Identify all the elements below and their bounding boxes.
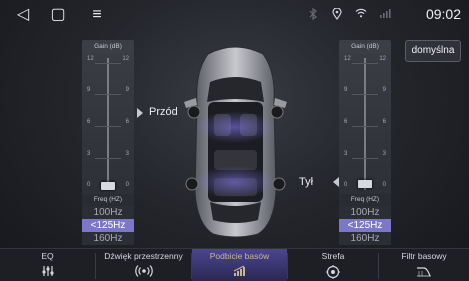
tick-label: 12	[87, 56, 94, 62]
rear-eq-panel: Gain (dB) 12 12 9 9 6 6 3 3 0 0 Freq (HZ…	[339, 40, 391, 246]
tab-label: Podbicie basów	[209, 251, 270, 261]
tick-label: 0	[87, 182, 91, 188]
tick-label: 12	[344, 56, 351, 62]
signal-icon	[379, 8, 391, 22]
scale-line	[352, 94, 378, 95]
gain-slider-handle[interactable]	[101, 182, 115, 190]
front-eq-panel: Gain (dB) 12 12 9 9 6 6 3 3 0 0 Freq (HZ…	[82, 40, 134, 246]
home-icon[interactable]: ▢	[47, 5, 69, 25]
scale-line	[352, 126, 378, 127]
freq-option[interactable]: 160Hz	[339, 232, 391, 245]
freq-option-selected[interactable]: <125Hz	[339, 219, 391, 232]
tab-label: EQ	[41, 251, 54, 261]
tick-label: 3	[344, 151, 348, 157]
audio-settings-screen: ◁ ▢ ≡ 09:02 domyślna Gain (dB) 12 12 9 9…	[0, 0, 469, 281]
tab-bass-filter[interactable]: Filtr basowy	[379, 249, 469, 281]
tab-surround[interactable]: Dźwięk przestrzenny	[96, 249, 191, 281]
tab-label: Filtr basowy	[401, 251, 447, 261]
status-icons	[307, 7, 391, 22]
front-speaker-label[interactable]: Przód	[149, 106, 178, 118]
bottom-tab-bar: EQ Dźwięk przestrzenny Podbicie basów St…	[0, 248, 469, 281]
tab-bass-boost[interactable]: Podbicie basów	[192, 249, 287, 281]
scale-line	[352, 158, 378, 159]
gain-track[interactable]	[107, 58, 109, 190]
surround-icon	[96, 265, 191, 279]
freq-header: Freq (HZ)	[82, 194, 134, 206]
tick-label: 0	[382, 182, 386, 188]
tick-label: 9	[344, 87, 348, 93]
location-icon	[331, 7, 343, 22]
default-button[interactable]: domyślna	[405, 40, 461, 62]
freq-option-selected[interactable]: <125Hz	[82, 219, 134, 232]
scale-line	[95, 63, 121, 64]
tick-label: 6	[382, 119, 386, 125]
freq-header: Freq (HZ)	[339, 194, 391, 206]
front-pointer	[137, 108, 143, 118]
freq-option[interactable]: 160Hz	[82, 232, 134, 245]
gain-slider-area: 12 12 9 9 6 6 3 3 0 0	[339, 54, 391, 194]
tab-label: Dźwięk przestrzenny	[104, 251, 183, 261]
tick-label: 9	[87, 87, 91, 93]
wifi-icon	[355, 8, 367, 22]
car-top-view-image	[184, 46, 287, 238]
tick-label: 3	[382, 151, 386, 157]
clock: 09:02	[425, 6, 461, 22]
status-bar: ◁ ▢ ≡ 09:02	[0, 0, 469, 30]
freq-option[interactable]: 100Hz	[82, 206, 134, 219]
rear-speaker-label[interactable]: Tył	[299, 176, 313, 188]
rear-pointer	[333, 177, 339, 187]
gain-track[interactable]	[364, 58, 366, 190]
bass-boost-icon	[192, 265, 287, 279]
tick-label: 0	[125, 182, 129, 188]
gain-header: Gain (dB)	[339, 40, 391, 54]
gain-slider-area: 12 12 9 9 6 6 3 3 0 0	[82, 54, 134, 194]
scale-line	[95, 94, 121, 95]
tick-label: 12	[122, 56, 129, 62]
gain-slider-handle[interactable]	[358, 180, 372, 188]
bluetooth-icon	[307, 7, 319, 22]
zone-icon	[288, 265, 378, 279]
tab-eq[interactable]: EQ	[0, 249, 95, 281]
tick-label: 6	[87, 119, 91, 125]
tick-label: 6	[125, 119, 129, 125]
bass-filter-icon	[379, 265, 469, 279]
tab-zone[interactable]: Strefa	[288, 249, 378, 281]
tick-label: 9	[125, 87, 129, 93]
scale-line	[95, 158, 121, 159]
tick-label: 0	[344, 182, 348, 188]
tick-label: 9	[382, 87, 386, 93]
freq-option[interactable]: 100Hz	[339, 206, 391, 219]
gain-header: Gain (dB)	[82, 40, 134, 54]
tick-label: 6	[344, 119, 348, 125]
menu-icon[interactable]: ≡	[86, 5, 108, 25]
tick-label: 3	[125, 151, 129, 157]
equalizer-icon	[0, 265, 95, 279]
scale-line	[95, 126, 121, 127]
tick-label: 3	[87, 151, 91, 157]
back-icon[interactable]: ◁	[12, 5, 34, 25]
scale-line	[352, 63, 378, 64]
tab-label: Strefa	[321, 251, 345, 261]
tick-label: 12	[379, 56, 386, 62]
